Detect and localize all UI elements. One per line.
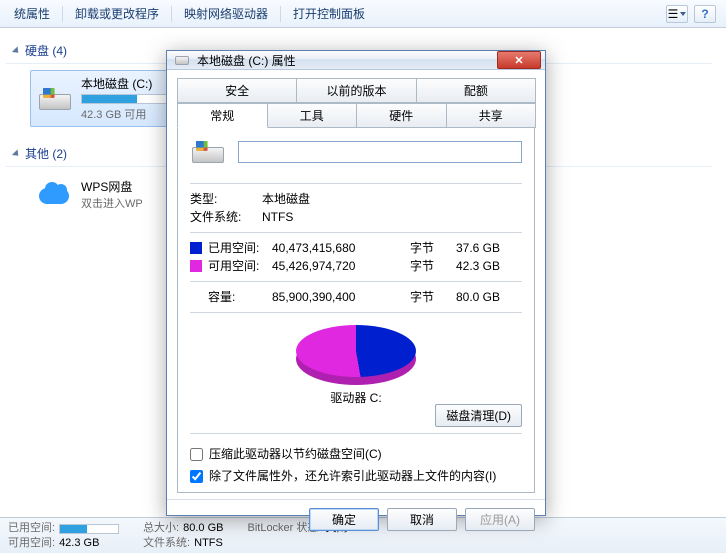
used-swatch <box>190 242 202 254</box>
tab-security[interactable]: 安全 <box>177 78 297 103</box>
tab-previous-versions[interactable]: 以前的版本 <box>296 78 416 103</box>
free-bytes: 45,426,974,720 <box>272 257 410 275</box>
properties-dialog: 本地磁盘 (C:) 属性 ✕ 安全 以前的版本 配额 常规 工具 硬件 共享 类… <box>166 50 546 516</box>
index-label: 除了文件属性外，还允许索引此驱动器上文件的内容(I) <box>209 468 496 484</box>
drive-icon <box>37 84 73 114</box>
cancel-button[interactable]: 取消 <box>387 508 457 531</box>
close-button[interactable]: ✕ <box>497 51 541 69</box>
compress-label: 压缩此驱动器以节约磁盘空间(C) <box>209 446 382 462</box>
expand-icon <box>12 149 21 158</box>
drive-name-input[interactable] <box>238 141 522 163</box>
toolbar-item[interactable]: 统属性 <box>4 5 60 22</box>
type-label: 类型: <box>190 190 262 208</box>
section-title: 硬盘 (4) <box>25 42 67 59</box>
capacity-label: 容量: <box>208 288 272 306</box>
explorer-toolbar: 统属性 卸载或更改程序 映射网络驱动器 打开控制面板 ☰ ? <box>0 0 726 28</box>
capacity-gb: 80.0 GB <box>444 288 500 306</box>
sb-used-label: 已用空间: <box>8 521 55 536</box>
bytes-unit: 字节 <box>410 257 444 275</box>
separator <box>171 6 172 22</box>
bytes-unit: 字节 <box>410 239 444 257</box>
used-label: 已用空间: <box>208 239 272 257</box>
separator <box>62 6 63 22</box>
tab-quota[interactable]: 配额 <box>416 78 536 103</box>
tab-tools[interactable]: 工具 <box>267 103 358 128</box>
toolbar-item[interactable]: 映射网络驱动器 <box>174 5 278 22</box>
tab-sharing[interactable]: 共享 <box>446 103 537 128</box>
compress-checkbox[interactable] <box>190 448 203 461</box>
tab-hardware[interactable]: 硬件 <box>356 103 447 128</box>
dialog-titlebar[interactable]: 本地磁盘 (C:) 属性 ✕ <box>167 51 545 70</box>
tab-strip: 安全 以前的版本 配额 常规 工具 硬件 共享 <box>177 78 535 128</box>
sb-free-value: 42.3 GB <box>59 536 99 551</box>
fs-value: NTFS <box>262 208 522 226</box>
capacity-bytes: 85,900,390,400 <box>272 288 410 306</box>
used-gb: 37.6 GB <box>444 239 500 257</box>
dialog-title: 本地磁盘 (C:) 属性 <box>197 52 296 69</box>
drive-icon <box>175 52 191 68</box>
free-swatch <box>190 260 202 272</box>
type-value: 本地磁盘 <box>262 190 522 208</box>
bytes-unit: 字节 <box>410 288 444 306</box>
tab-general[interactable]: 常规 <box>177 103 268 128</box>
disk-cleanup-button[interactable]: 磁盘清理(D) <box>435 404 522 427</box>
free-label: 可用空间: <box>208 257 272 275</box>
compress-option[interactable]: 压缩此驱动器以节约磁盘空间(C) <box>190 446 522 462</box>
separator <box>280 6 281 22</box>
expand-icon <box>12 46 21 55</box>
help-icon[interactable]: ? <box>694 5 716 23</box>
ok-button[interactable]: 确定 <box>309 508 379 531</box>
sb-free-label: 可用空间: <box>8 536 55 551</box>
fs-label: 文件系统: <box>190 208 262 226</box>
index-checkbox[interactable] <box>190 470 203 483</box>
sb-used-bar <box>59 524 119 534</box>
apply-button[interactable]: 应用(A) <box>465 508 535 531</box>
cloud-icon <box>37 180 73 210</box>
section-title: 其他 (2) <box>25 145 67 162</box>
usage-pie-chart <box>296 325 416 385</box>
drive-icon <box>190 137 224 167</box>
index-option[interactable]: 除了文件属性外，还允许索引此驱动器上文件的内容(I) <box>190 468 522 484</box>
tab-content-general: 类型:本地磁盘 文件系统:NTFS 已用空间: 40,473,415,680 字… <box>177 127 535 493</box>
item-subtext: 双击进入WP <box>81 195 143 211</box>
toolbar-item[interactable]: 卸载或更改程序 <box>65 5 169 22</box>
used-bytes: 40,473,415,680 <box>272 239 410 257</box>
item-name: WPS网盘 <box>81 178 143 195</box>
free-gb: 42.3 GB <box>444 257 500 275</box>
toolbar-item[interactable]: 打开控制面板 <box>283 5 375 22</box>
view-icon[interactable]: ☰ <box>666 5 688 23</box>
dialog-button-row: 确定 取消 应用(A) <box>167 499 545 539</box>
